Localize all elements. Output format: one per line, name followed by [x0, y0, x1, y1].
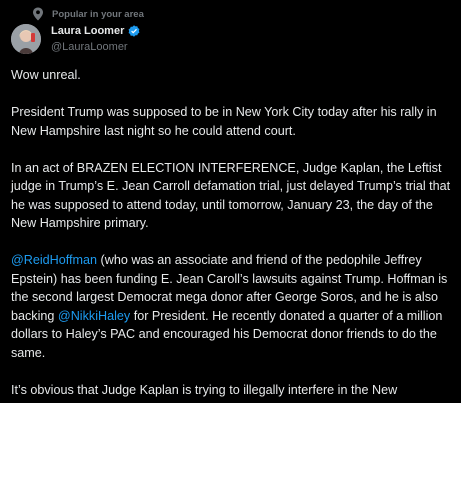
social-context: Popular in your area: [32, 7, 144, 21]
social-context-label: Popular in your area: [52, 8, 144, 20]
mention-link-reidhoffman[interactable]: @ReidHoffman: [11, 253, 97, 267]
tweet-text: Wow unreal. President Trump was supposed…: [11, 66, 456, 403]
tweet-paragraph: In an act of BRAZEN ELECTION INTERFERENC…: [11, 160, 451, 231]
author-handle[interactable]: @LauraLoomer: [51, 41, 128, 53]
verified-badge-icon: [128, 25, 140, 37]
mention-link-nikkihaley[interactable]: @NikkiHaley: [58, 309, 130, 323]
author-name-text[interactable]: Laura Loomer: [51, 25, 124, 37]
author-name[interactable]: Laura Loomer: [51, 25, 140, 37]
tweet-paragraph: Wow unreal.: [11, 68, 81, 82]
tweet-paragraph: @ReidHoffman (who was an associate and f…: [11, 251, 456, 362]
location-pin-icon: [33, 7, 43, 21]
avatar[interactable]: [11, 24, 41, 54]
tweet-paragraph: President Trump was supposed to be in Ne…: [11, 105, 437, 138]
tweet-paragraph: It’s obvious that Judge Kaplan is trying…: [11, 382, 398, 397]
tweet-card: Popular in your area Laura Loomer @Laura…: [0, 0, 461, 403]
